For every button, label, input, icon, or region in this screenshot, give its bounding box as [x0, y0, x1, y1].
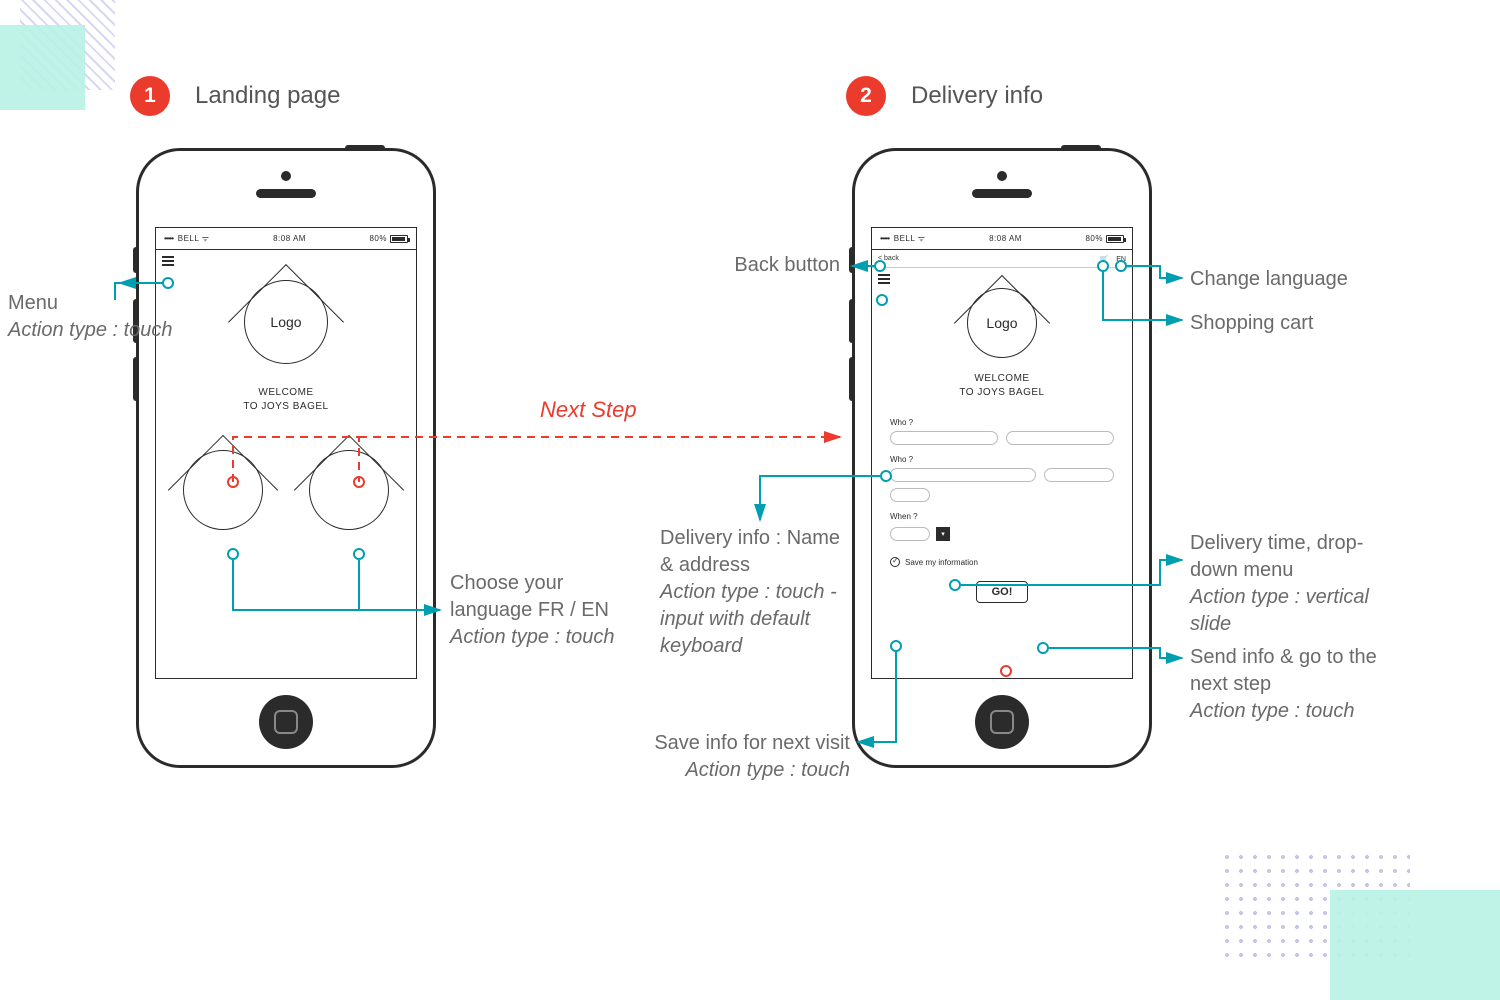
welcome-text: WELCOMETO JOYS BAGEL — [872, 372, 1132, 400]
callout-dot — [162, 277, 174, 289]
status-bar: ••••• BELL ᯤ 8:08 AM 80% — [872, 228, 1132, 250]
when-label: When ? — [890, 512, 1114, 521]
address-zip-input[interactable] — [1044, 468, 1114, 482]
save-info-label: Save my information — [905, 558, 978, 567]
save-info-checkbox[interactable] — [890, 557, 900, 567]
callout-dot — [227, 476, 239, 488]
ann-menu: MenuAction type : touch — [8, 290, 173, 344]
status-bar: ••••• BELL ᯤ 8:08 AM 80% — [156, 228, 416, 250]
step-badge-1: 1 — [130, 76, 170, 116]
home-button-icon — [259, 695, 313, 749]
time-dropdown[interactable]: ▾ — [936, 527, 950, 541]
callout-dot — [353, 476, 365, 488]
callout-dot — [353, 548, 365, 560]
decoration-bottom-right — [1240, 800, 1500, 1000]
time-input[interactable] — [890, 527, 930, 541]
hamburger-menu-icon[interactable] — [162, 256, 174, 266]
callout-dot — [1037, 642, 1049, 654]
callout-dot — [1000, 665, 1012, 677]
callout-dot — [949, 579, 961, 591]
step-badge-2: 2 — [846, 76, 886, 116]
language-option-en[interactable] — [309, 450, 389, 530]
next-step-label: Next Step — [540, 397, 637, 423]
home-button-icon — [975, 695, 1029, 749]
callout-dot — [890, 640, 902, 652]
who-label: Who ? — [890, 418, 1114, 427]
nav-row: < back 🛒EN — [872, 250, 1132, 268]
address-label: Who ? — [890, 455, 1114, 464]
ann-shopping-cart: Shopping cart — [1190, 310, 1313, 337]
ann-save-info: Save info for next visitAction type : to… — [570, 730, 850, 784]
step-title-2: Delivery info — [911, 82, 1043, 110]
logo-placeholder: Logo — [244, 280, 328, 364]
callout-dot — [1115, 260, 1127, 272]
welcome-text: WELCOMETO JOYS BAGEL — [156, 386, 416, 414]
ann-delivery-info: Delivery info : Name & addressAction typ… — [660, 525, 850, 660]
step-title-1: Landing page — [195, 82, 340, 110]
decoration-top-left — [0, 0, 110, 110]
callout-dot — [1097, 260, 1109, 272]
callout-dot — [227, 548, 239, 560]
ann-change-language: Change language — [1190, 266, 1348, 293]
ann-back: Back button — [680, 252, 840, 279]
callout-dot — [876, 294, 888, 306]
ann-send-info: Send info & go to the next stepAction ty… — [1190, 644, 1400, 725]
ann-delivery-time: Delivery time, drop-down menuAction type… — [1190, 530, 1400, 638]
callout-dot — [880, 470, 892, 482]
name-last-input[interactable] — [1006, 431, 1114, 445]
address-extra-input[interactable] — [890, 488, 930, 502]
callout-dot — [874, 260, 886, 272]
hamburger-menu-icon[interactable] — [878, 274, 890, 284]
logo-placeholder: Logo — [967, 288, 1037, 358]
address-street-input[interactable] — [890, 468, 1036, 482]
language-option-fr[interactable] — [183, 450, 263, 530]
ann-language: Choose your language FR / ENAction type … — [450, 570, 650, 651]
name-first-input[interactable] — [890, 431, 998, 445]
go-button[interactable]: GO! — [976, 581, 1028, 603]
phone-mockup-1: ••••• BELL ᯤ 8:08 AM 80% Logo WELCOMETO … — [136, 148, 436, 768]
